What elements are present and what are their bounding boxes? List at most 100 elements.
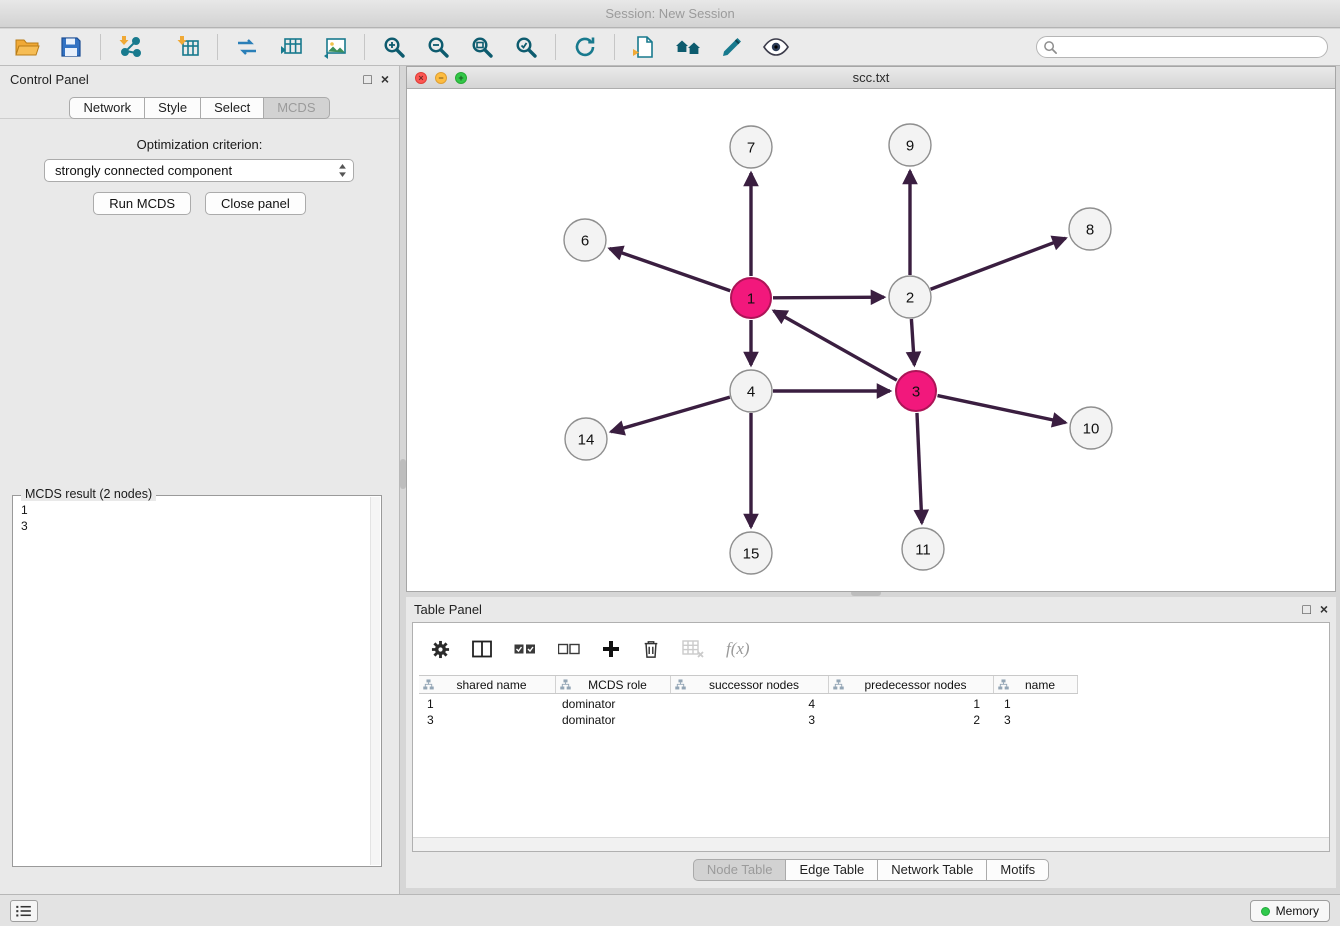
- tab-network-table[interactable]: Network Table: [877, 859, 987, 881]
- cell-predecessor-nodes[interactable]: 1: [829, 696, 994, 712]
- select-all-button[interactable]: [514, 641, 536, 657]
- result-scrollbar[interactable]: [370, 497, 380, 865]
- table-toolbar: f(x): [413, 623, 1329, 675]
- network-file-button[interactable]: [629, 32, 659, 62]
- graph-edge-1-6[interactable]: [610, 249, 731, 291]
- column-header-shared-name[interactable]: shared name: [419, 676, 556, 693]
- zoom-in-icon: [382, 35, 406, 59]
- zoom-fit-button[interactable]: [467, 32, 497, 62]
- cell-name[interactable]: 1: [994, 696, 1078, 712]
- new-network-button[interactable]: [232, 32, 262, 62]
- zoom-selected-button[interactable]: [511, 32, 541, 62]
- open-file-button[interactable]: [12, 32, 42, 62]
- table-row[interactable]: 1 dominator 4 1 1: [419, 696, 1078, 712]
- search-field-wrap: [1036, 36, 1328, 58]
- graph-edge-2-3[interactable]: [911, 319, 914, 365]
- eye-icon: [763, 38, 789, 56]
- table-icon: [279, 35, 303, 59]
- attribute-icon: [833, 679, 844, 690]
- function-builder-button: f(x): [726, 639, 750, 659]
- deselect-all-button[interactable]: [558, 641, 580, 657]
- style-button[interactable]: [717, 32, 747, 62]
- refresh-icon: [573, 35, 597, 59]
- trash-icon: [642, 639, 660, 659]
- graph-node-label: 8: [1086, 222, 1094, 239]
- graph-node-label: 2: [906, 290, 914, 307]
- tab-edge-table[interactable]: Edge Table: [785, 859, 878, 881]
- tab-select[interactable]: Select: [200, 97, 264, 119]
- table-panel-header: Table Panel □ ×: [406, 597, 1336, 621]
- show-columns-button[interactable]: [472, 640, 492, 658]
- table-settings-button[interactable]: [431, 640, 450, 659]
- import-table-button[interactable]: [173, 32, 203, 62]
- task-history-button[interactable]: [10, 900, 38, 922]
- cell-predecessor-nodes[interactable]: 2: [829, 712, 994, 728]
- cell-shared-name[interactable]: 3: [419, 712, 556, 728]
- cell-shared-name[interactable]: 1: [419, 696, 556, 712]
- tab-node-table[interactable]: Node Table: [693, 859, 787, 881]
- memory-button[interactable]: Memory: [1250, 900, 1330, 922]
- column-header-name[interactable]: name: [994, 676, 1078, 693]
- search-icon: [1043, 40, 1058, 55]
- export-image-button[interactable]: [320, 32, 350, 62]
- window-titlebar[interactable]: Session: New Session: [0, 0, 1340, 28]
- tab-mcds[interactable]: MCDS: [263, 97, 329, 119]
- mcds-result-box: MCDS result (2 nodes) 1 3: [12, 495, 382, 867]
- mcds-result-line: 3: [21, 518, 365, 534]
- graph-edge-1-2[interactable]: [773, 297, 884, 298]
- network-canvas[interactable]: 7968124314101511: [407, 89, 1335, 591]
- delete-column-button[interactable]: [642, 639, 660, 659]
- window-title: Session: New Session: [605, 6, 734, 21]
- control-panel-tabs: Network Style Select MCDS: [0, 97, 399, 119]
- memory-label: Memory: [1276, 904, 1319, 918]
- tab-network[interactable]: Network: [69, 97, 145, 119]
- zoom-out-icon: [426, 35, 450, 59]
- table-panel-tabs: Node Table Edge Table Network Table Moti…: [406, 859, 1336, 881]
- add-column-button[interactable]: [602, 640, 620, 658]
- float-panel-icon[interactable]: □: [1302, 602, 1310, 616]
- tab-motifs[interactable]: Motifs: [986, 859, 1049, 881]
- zoom-in-button[interactable]: [379, 32, 409, 62]
- cell-successor-nodes[interactable]: 4: [671, 696, 829, 712]
- network-graph[interactable]: 7968124314101511: [407, 89, 1335, 591]
- network-window-titlebar[interactable]: scc.txt × − +: [407, 67, 1335, 89]
- cell-mcds-role[interactable]: dominator: [556, 712, 671, 728]
- toolbar-separator: [217, 34, 218, 60]
- home-icon: [675, 36, 701, 58]
- column-header-predecessor-nodes[interactable]: predecessor nodes: [829, 676, 994, 693]
- search-input[interactable]: [1036, 36, 1328, 58]
- style-brush-icon: [720, 35, 744, 59]
- save-session-button[interactable]: [56, 32, 86, 62]
- toolbar-separator: [364, 34, 365, 60]
- import-network-button[interactable]: [115, 32, 145, 62]
- graph-edge-3-11[interactable]: [917, 413, 922, 523]
- run-mcds-button[interactable]: Run MCDS: [93, 192, 191, 215]
- cell-mcds-role[interactable]: dominator: [556, 696, 671, 712]
- close-panel-button[interactable]: Close panel: [205, 192, 306, 215]
- close-panel-icon[interactable]: ×: [381, 72, 389, 86]
- home-button[interactable]: [673, 32, 703, 62]
- dropdown-selected-value: strongly connected component: [55, 163, 232, 178]
- close-panel-icon[interactable]: ×: [1320, 602, 1328, 616]
- toolbar-separator: [614, 34, 615, 60]
- graph-edge-3-1[interactable]: [774, 311, 897, 380]
- new-table-button[interactable]: [276, 32, 306, 62]
- zoom-out-button[interactable]: [423, 32, 453, 62]
- table-horizontal-scrollbar[interactable]: [413, 837, 1329, 851]
- column-header-successor-nodes[interactable]: successor nodes: [671, 676, 829, 693]
- tab-style[interactable]: Style: [144, 97, 201, 119]
- import-network-icon: [118, 35, 142, 59]
- cell-name[interactable]: 3: [994, 712, 1078, 728]
- column-header-mcds-role[interactable]: MCDS role: [556, 676, 671, 693]
- graph-edge-2-8[interactable]: [931, 238, 1066, 289]
- table-row[interactable]: 3 dominator 3 2 3: [419, 712, 1078, 728]
- show-graphics-button[interactable]: [761, 32, 791, 62]
- graph-edge-4-14[interactable]: [611, 397, 730, 432]
- delete-table-icon: [682, 640, 704, 658]
- cell-successor-nodes[interactable]: 3: [671, 712, 829, 728]
- refresh-layout-button[interactable]: [570, 32, 600, 62]
- float-panel-icon[interactable]: □: [363, 72, 371, 86]
- optimization-criterion-select[interactable]: strongly connected component: [44, 159, 354, 182]
- table-panel-title: Table Panel: [414, 602, 482, 617]
- graph-edge-3-10[interactable]: [938, 396, 1066, 423]
